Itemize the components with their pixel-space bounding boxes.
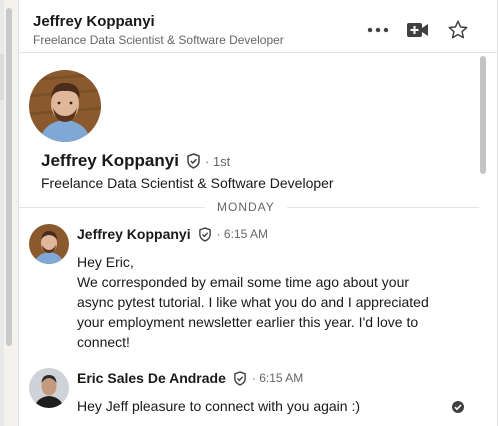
conversation-panel: Jeffrey Koppanyi Freelance Data Scientis… [18, 0, 498, 426]
date-divider-label: MONDAY [205, 200, 287, 214]
more-options-icon[interactable] [366, 18, 390, 42]
verified-shield-icon [186, 153, 201, 169]
conversation-header: Jeffrey Koppanyi Freelance Data Scientis… [19, 0, 497, 53]
profile-headline: Freelance Data Scientist & Software Deve… [41, 175, 334, 191]
message-list[interactable]: Jeffrey Koppanyi · 1st Freelance Data Sc… [19, 53, 479, 426]
outer-scrollbar-thumb[interactable] [6, 8, 12, 346]
message-time: · 6:15 AM [216, 227, 268, 241]
message-sender-row: Eric Sales De Andrade · 6:15 AM [77, 370, 303, 386]
sender-avatar[interactable] [29, 368, 69, 408]
sender-name[interactable]: Eric Sales De Andrade [77, 370, 226, 386]
message-body: Hey Eric, We corresponded by email some … [77, 254, 429, 350]
sender-avatar[interactable] [29, 224, 69, 264]
video-call-icon[interactable] [406, 18, 430, 42]
left-edge-highlight [0, 54, 4, 100]
message-time: · 6:15 AM [251, 371, 304, 385]
verified-shield-icon [198, 226, 212, 242]
header-name[interactable]: Jeffrey Koppanyi [33, 13, 155, 30]
star-icon[interactable] [446, 18, 470, 42]
profile-name-row: Jeffrey Koppanyi · 1st [41, 151, 230, 171]
profile-name[interactable]: Jeffrey Koppanyi [41, 151, 179, 171]
read-receipt-icon [451, 400, 465, 414]
connection-degree: · 1st [204, 153, 231, 169]
outer-scrollbar[interactable] [5, 8, 13, 348]
header-headline: Freelance Data Scientist & Software Deve… [33, 33, 284, 47]
message-scrollbar-thumb[interactable] [480, 56, 486, 174]
message-scrollbar[interactable] [477, 54, 489, 426]
sender-name[interactable]: Jeffrey Koppanyi [77, 226, 191, 242]
message-body: Hey Jeff pleasure to connect with you ag… [77, 398, 361, 414]
profile-photo[interactable] [29, 70, 101, 142]
message-sender-row: Jeffrey Koppanyi · 6:15 AM [77, 226, 268, 242]
verified-shield-icon [233, 370, 247, 386]
